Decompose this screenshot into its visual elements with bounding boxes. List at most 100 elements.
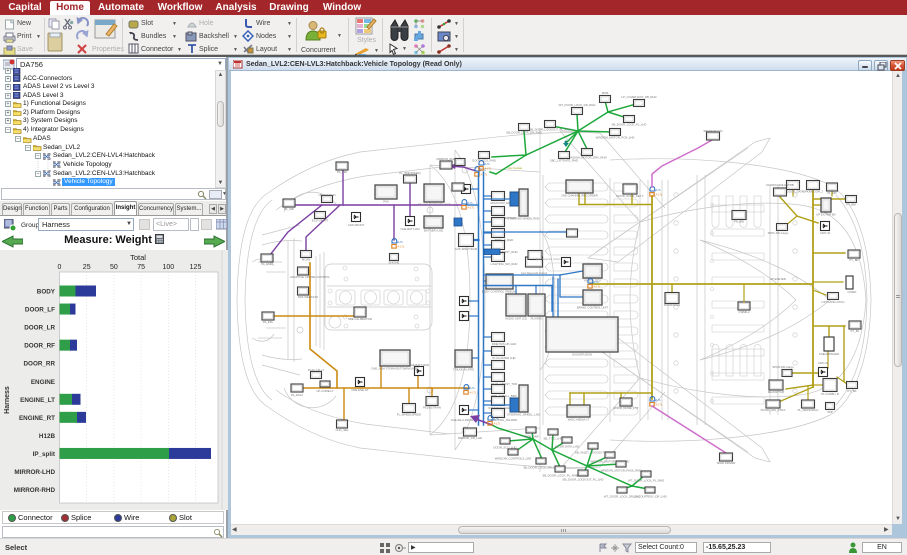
svg-text:PAS: PAS [383, 200, 389, 204]
svg-text:UP-COME-IN: UP-COME-IN [319, 193, 336, 197]
svg-text:125: 125 [190, 264, 202, 271]
svg-text:CAR-FRONT: CAR-FRONT [348, 223, 365, 227]
svg-text:MIRROR-LHD: MIRROR-LHD [14, 469, 55, 476]
svg-text:FL_WHEELSPEED: FL_WHEELSPEED [397, 413, 421, 417]
svg-text:LP_COURTESY_DR_LHD: LP_COURTESY_DR_LHD [633, 495, 666, 499]
svg-text:DOOR/CODE ESTRB: DOOR/CODE ESTRB [766, 183, 793, 187]
svg-text:BODY CONTROL TRIBUNE: BODY CONTROL TRIBUNE [482, 290, 517, 294]
svg-text:ENGINE: ENGINE [389, 261, 400, 265]
svg-text:CWMIL: CWMIL [847, 290, 857, 294]
svg-text:SB_DOOR_LOCK_PL_LHD: SB_DOOR_LOCK_PL_LHD [612, 123, 647, 127]
svg-text:CHG_SEL: CHG_SEL [335, 428, 349, 432]
svg-text:A-LTL: A-LTL [398, 245, 405, 249]
svg-text:SB_DOOR_LOCK_DR_LHD: SB_DOOR_LOCK_DR_LHD [523, 466, 559, 470]
svg-text:PA_ESL: PA_ESL [263, 320, 274, 324]
svg-text:SB_DOOR_LOCKOUT_PL_RHD: SB_DOOR_LOCKOUT_PL_RHD [529, 128, 570, 132]
svg-text:PEDESTRIAN: PEDESTRIAN [423, 406, 441, 410]
svg-text:ENGINE: ENGINE [31, 379, 55, 386]
svg-text:DOOR_LR: DOOR_LR [24, 325, 55, 332]
svg-text:SBOB_DAR: SBOB_DAR [523, 435, 538, 439]
svg-text:SPKR-DR-Cargo: SPKR-DR-Cargo [772, 365, 794, 369]
svg-text:PY_BK: PY_BK [847, 389, 856, 393]
svg-text:PL_SMI(SPEED): PL_SMI(SPEED) [399, 171, 420, 175]
svg-text:DOOR_NODE_KEY.T: DOOR_NODE_KEY.T [616, 194, 644, 198]
svg-text:MIRROR_RHD: MIRROR_RHD [437, 157, 456, 161]
svg-text:UP EXITER-BX: UP EXITER-BX [816, 213, 836, 217]
svg-text:A-LTL: A-LTL [470, 391, 477, 395]
svg-text:CHE-SE-A-DRUM: CHE-SE-A-DRUM [451, 418, 474, 422]
svg-text:PA_SMI: PA_SMI [284, 207, 294, 211]
svg-text:25: 25 [83, 264, 91, 271]
svg-text:SRS WEBASTO: SRS WEBASTO [298, 295, 319, 299]
svg-text:SPKh-DR-Cargo: SPKh-DR-Cargo [768, 231, 789, 235]
svg-text:SPARE(ROOF): SPARE(ROOF) [703, 129, 722, 133]
svg-text:CWMIL2: CWMIL2 [739, 310, 750, 314]
svg-text:ENGINE_LT: ENGINE_LT [20, 397, 55, 404]
svg-text:A-TL: A-TL [594, 280, 600, 284]
svg-text:SBE CALIBRATOR: SBE CALIBRATOR [348, 317, 372, 321]
svg-text:DOOR_RF: DOOR_RF [24, 343, 55, 350]
svg-text:A-TL: A-TL [468, 201, 474, 205]
svg-text:A-LTL: A-LTL [485, 167, 492, 171]
svg-text:W02C-MEDIA-LT: W02C-MEDIA-LT [568, 418, 590, 422]
svg-text:50: 50 [110, 264, 118, 271]
svg-text:PLAYER): PLAYER) [531, 317, 543, 321]
svg-text:SPAR DRIVER: SPAR DRIVER [717, 461, 736, 465]
svg-text:DOOR_RR: DOOR_RR [24, 361, 56, 368]
svg-text:75: 75 [137, 264, 145, 271]
svg-text:PH_BW: PH_BW [734, 220, 744, 224]
svg-text:A-LTL: A-LTL [494, 422, 501, 426]
svg-text:UP EXETER: UP EXETER [770, 277, 786, 281]
svg-text:PL.COMB.L.B: PL.COMB.L.B [821, 392, 839, 396]
svg-text:IP-CLUSTER LHD: IP-CLUSTER LHD [492, 356, 515, 360]
svg-text:ADAPTIVE CRUISE CONTROL: ADAPTIVE CRUISE CONTROL [290, 275, 330, 279]
svg-text:TRIUNGS-LPRD: TRIUNGS-LPRD [453, 368, 474, 372]
svg-text:A-LTL: A-LTL [468, 206, 475, 210]
svg-text:A-LTL: A-LTL [656, 403, 663, 407]
svg-text:ONLINE EXPEDITE UNIT: ONLINE EXPEDITE UNIT [418, 203, 451, 207]
svg-text:CRE-ENE-GT: CRE-ENE-GT [351, 388, 369, 392]
svg-text:WT_DOOR_LOCK_PL_RHD: WT_DOOR_LOCK_PL_RHD [628, 479, 664, 483]
svg-text:WIP: WIP [827, 410, 832, 414]
svg-text:DOOR_ECU_RHD: DOOR_ECU_RHD [472, 159, 495, 163]
svg-text:KSELDRINGER: KSELDRINGER [819, 352, 839, 356]
svg-text:BATT(BF)-LHD: BATT(BF)-LHD [424, 229, 443, 233]
svg-text:Total: Total [130, 253, 146, 262]
svg-text:A-TL: A-TL [494, 417, 500, 421]
svg-text:DOOR/DALE: DOOR/DALE [664, 303, 681, 307]
svg-text:A-TL: A-TL [470, 386, 476, 390]
svg-text:GAUSSFUSION: GAUSSFUSION [572, 353, 592, 357]
svg-text:PA_EMI: PA_EMI [337, 170, 347, 174]
svg-text:BODY: BODY [37, 289, 56, 296]
svg-text:CHE-BATT-WH: CHE-BATT-WH [400, 227, 419, 231]
svg-text:CHE_ASM STORAGE/TOWING/WBC: CHE_ASM STORAGE/TOWING/WBC [371, 367, 418, 371]
svg-text:Harness: Harness [4, 386, 11, 414]
svg-text:WT_DOOR_LOCK_DR_RHD: WT_DOOR_LOCK_DR_RHD [559, 103, 596, 107]
svg-text:SB_DR.DATA_LHD: SB_DR.DATA_LHD [555, 445, 579, 449]
svg-text:STEERING WHEEL RHD: STEERING WHEEL RHD [508, 217, 540, 221]
svg-text:WINDOW_MOTOR_PASS_RHD: WINDOW_MOTOR_PASS_RHD [601, 469, 642, 473]
svg-text:LIFTGATE LATCH: LIFTGATE LATCH [822, 300, 845, 304]
svg-text:STEERING_WHEEL_LHD: STEERING_WHEEL_LHD [507, 413, 540, 417]
svg-text:CWC-W: CWC-W [820, 231, 831, 235]
svg-text:Lam Depends Colors: Lam Depends Colors [536, 257, 561, 261]
svg-text:FCAC-UP-LT: FCAC-UP-LT [308, 368, 325, 372]
svg-text:MIRROR-RHD: MIRROR-RHD [14, 487, 56, 494]
svg-text:PA_EMI2: PA_EMI2 [261, 262, 273, 266]
svg-text:UP-COME-LT: UP-COME-LT [316, 389, 333, 393]
svg-text:BRAKE CONTROL UNIT: BRAKE CONTROL UNIT [577, 306, 608, 310]
svg-text:SBC_LIFTGATE_RHD: SBC_LIFTGATE_RHD [550, 159, 578, 163]
svg-text:PY_BL: PY_BL [851, 329, 860, 333]
svg-text:0: 0 [58, 264, 62, 271]
svg-text:H12B: H12B [39, 433, 56, 440]
svg-text:WINDOW_CONTROLS_LHD: WINDOW_CONTROLS_LHD [495, 457, 532, 461]
svg-text:A-LTL: A-LTL [594, 285, 601, 289]
svg-text:LIGHTING_SW_RHD: LIGHTING_SW_RHD [491, 262, 518, 266]
svg-text:A-TL: A-TL [656, 188, 662, 192]
svg-text:DOOR_NAV_CTRA: DOOR_NAV_CTRA [761, 408, 786, 412]
svg-text:SPKR/DOOR_J: SPKR/DOOR_J [803, 190, 823, 194]
svg-text:PY_BR: PY_BR [849, 258, 858, 262]
svg-text:PA_ESL2: PA_ESL2 [291, 393, 303, 397]
svg-text:LP_COVER EXIT_DB_RHD: LP_COVER EXIT_DB_RHD [622, 95, 657, 99]
svg-text:PY_BM: PY_BM [846, 203, 856, 207]
